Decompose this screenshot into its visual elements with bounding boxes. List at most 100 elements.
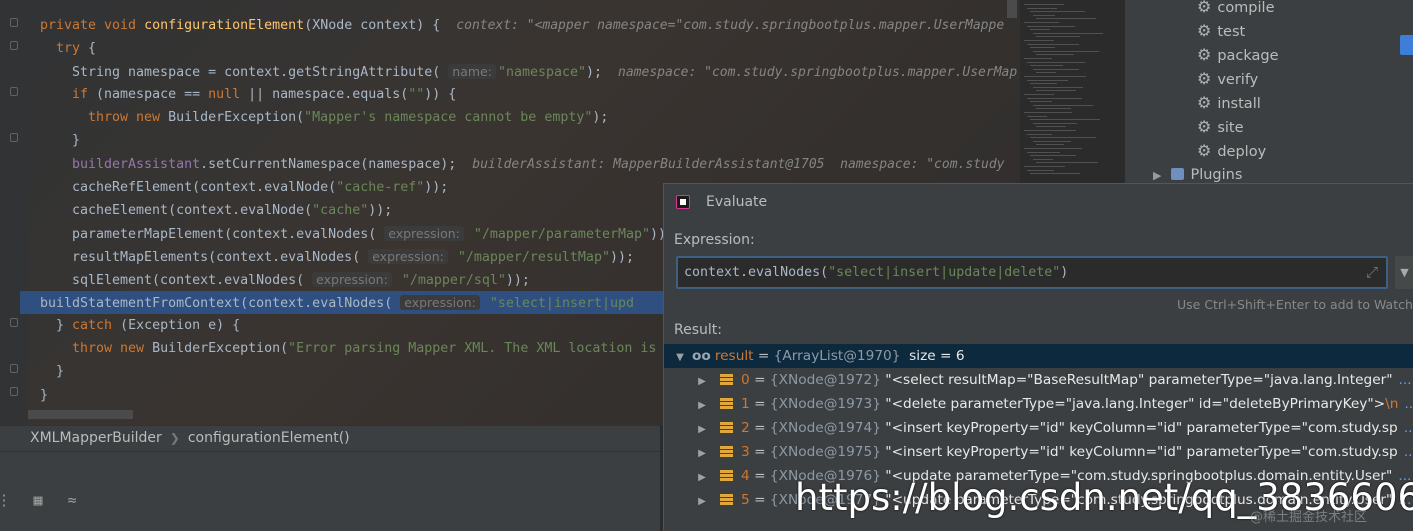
breadcrumb-class[interactable]: XMLMapperBuilder [30, 430, 162, 446]
code-line[interactable]: throw new BuilderException("Mapper's nam… [40, 106, 1020, 129]
minimap-line [1024, 166, 1065, 167]
expression-input[interactable]: context.evalNodes("select|insert|update|… [676, 256, 1388, 289]
minimap-line [1036, 18, 1096, 20]
minimap[interactable] [1020, 0, 1125, 180]
view-link[interactable]: ... View [1404, 420, 1413, 436]
code-token: throw new [72, 341, 153, 357]
expand-editor-icon[interactable]: ⤢ [1366, 258, 1378, 287]
maven-goal-label: package [1217, 48, 1279, 64]
minimap-line [1036, 126, 1066, 128]
minimap-line [1036, 144, 1064, 146]
result-child-row[interactable]: ▶ 2 = {XNode@1974} "<insert keyProperty="… [672, 416, 1413, 440]
expression-close: ) [1060, 265, 1069, 280]
maven-goal-deploy[interactable]: ⚙ deploy [1197, 139, 1266, 163]
code-token: || namespace.equals( [240, 87, 409, 103]
code-token: cacheRefElement(context.evalNode( [72, 179, 337, 195]
gear-icon: ⚙ [1197, 117, 1212, 136]
restore-layout-icon[interactable]: ≈ [62, 490, 82, 510]
horizontal-scrollbar[interactable] [28, 410, 133, 419]
expand-arrow-icon[interactable]: ▶ [1153, 169, 1161, 182]
result-child-row[interactable]: ▶ 3 = {XNode@1975} "<insert keyProperty="… [672, 440, 1413, 464]
maven-goal-verify[interactable]: ⚙ verify [1197, 67, 1258, 91]
code-line[interactable]: String namespace = context.getStringAttr… [40, 60, 1020, 83]
expand-arrow-icon[interactable]: ▶ [694, 490, 710, 514]
fold-marker-icon[interactable] [10, 318, 18, 327]
minimap-line [1036, 54, 1074, 56]
result-ref: {ArrayList@1970} [773, 348, 901, 364]
code-token: "select|insert|upd [481, 296, 634, 312]
table-view-icon[interactable]: ▦ [28, 490, 48, 510]
code-token: { [80, 41, 97, 57]
result-child-row[interactable]: ▶ 0 = {XNode@1972} "<select resultMap="Ba… [672, 368, 1413, 392]
result-name: result [714, 348, 754, 364]
minimap-line [1030, 65, 1063, 67]
minimap-line [1024, 22, 1059, 23]
minimap-line [1033, 86, 1083, 88]
view-link[interactable]: ... View [1404, 444, 1413, 460]
maven-side-icon[interactable] [1400, 35, 1413, 55]
expand-arrow-icon[interactable]: ▶ [694, 442, 710, 466]
view-link[interactable]: ... View [1399, 372, 1413, 388]
history-dropdown-icon[interactable]: ▼ [1395, 256, 1413, 289]
breadcrumb-method[interactable]: configurationElement() [188, 430, 350, 446]
fold-marker-icon[interactable] [10, 87, 18, 96]
fold-marker-icon[interactable] [10, 41, 18, 50]
code-line[interactable]: if (namespace == null || namespace.equal… [40, 83, 1020, 106]
view-link[interactable]: ... View [1404, 396, 1413, 412]
code-line[interactable]: } [40, 129, 1020, 152]
code-line[interactable]: builderAssistant.setCurrentNamespace(nam… [40, 153, 1020, 176]
parameter-hint: expression: [400, 295, 480, 311]
equals-sign: = [749, 444, 770, 460]
parameter-hint: name: [448, 64, 496, 80]
equals-sign: = [749, 372, 770, 388]
code-line[interactable]: try { [40, 37, 1020, 60]
fold-marker-icon[interactable] [10, 364, 18, 373]
minimap-line [1030, 101, 1052, 103]
maven-panel: ⚙ compile ⚙ test ⚙ package ⚙ verify ⚙ install ⚙ sit… [1125, 0, 1413, 190]
expand-arrow-icon[interactable]: ▶ [694, 466, 710, 490]
minimap-line [1030, 155, 1076, 157]
collapse-arrow-icon[interactable]: ▼ [672, 346, 688, 370]
result-root-row[interactable]: ▼ oo result = {ArrayList@1970} size = 6 [664, 344, 1413, 368]
object-icon [720, 398, 733, 409]
expand-arrow-icon[interactable]: ▶ [694, 394, 710, 418]
minimap-line [1033, 32, 1103, 34]
minimap-line [1027, 79, 1068, 81]
maven-goal-package[interactable]: ⚙ package [1197, 43, 1279, 67]
gear-icon: ⚙ [1197, 93, 1212, 112]
code-token: private void [40, 18, 145, 33]
breadcrumb: XMLMapperBuilder ❯ configurationElement() [0, 425, 660, 451]
result-child-row[interactable]: ▶ 1 = {XNode@1973} "<delete parameterType… [672, 392, 1413, 416]
vertical-scrollbar[interactable] [1007, 0, 1017, 18]
fold-marker-icon[interactable] [10, 18, 18, 27]
maven-goal-test[interactable]: ⚙ test [1197, 19, 1245, 43]
code-token: configurationElement [144, 18, 305, 33]
parameter-hint: expression: [312, 272, 392, 288]
minimap-line [1030, 47, 1055, 49]
maven-goal-label: install [1217, 96, 1261, 112]
fold-marker-icon[interactable] [10, 133, 18, 142]
maven-goal-install[interactable]: ⚙ install [1197, 91, 1261, 115]
minimap-line [1024, 4, 1064, 5]
code-token: } [56, 364, 65, 380]
minimap-line [1033, 122, 1077, 124]
code-line[interactable]: private void configurationElement(XNode … [40, 14, 1020, 37]
child-escape: \n [1385, 396, 1399, 412]
minimap-line [1027, 7, 1057, 9]
dialog-title: Evaluate [706, 194, 768, 210]
code-token: )); [505, 273, 530, 289]
code-token: (namespace == [96, 87, 209, 103]
fold-marker-icon[interactable] [10, 387, 18, 396]
maven-goal-label: test [1217, 24, 1246, 40]
expand-arrow-icon[interactable]: ▶ [694, 418, 710, 442]
child-index: 1 [741, 396, 750, 412]
minimap-line [1033, 158, 1053, 160]
expand-arrow-icon[interactable]: ▶ [694, 370, 710, 394]
maven-goal-compile[interactable]: ⚙ compile [1197, 0, 1275, 19]
maven-goal-site[interactable]: ⚙ site [1197, 115, 1244, 139]
frames-icon[interactable]: ⋮ [0, 490, 14, 510]
plugins-folder-icon [1171, 168, 1185, 180]
code-token: ); [586, 65, 619, 81]
dialog-title-bar[interactable]: Evaluate [664, 184, 1413, 220]
expression-label: Expression: [674, 232, 755, 248]
